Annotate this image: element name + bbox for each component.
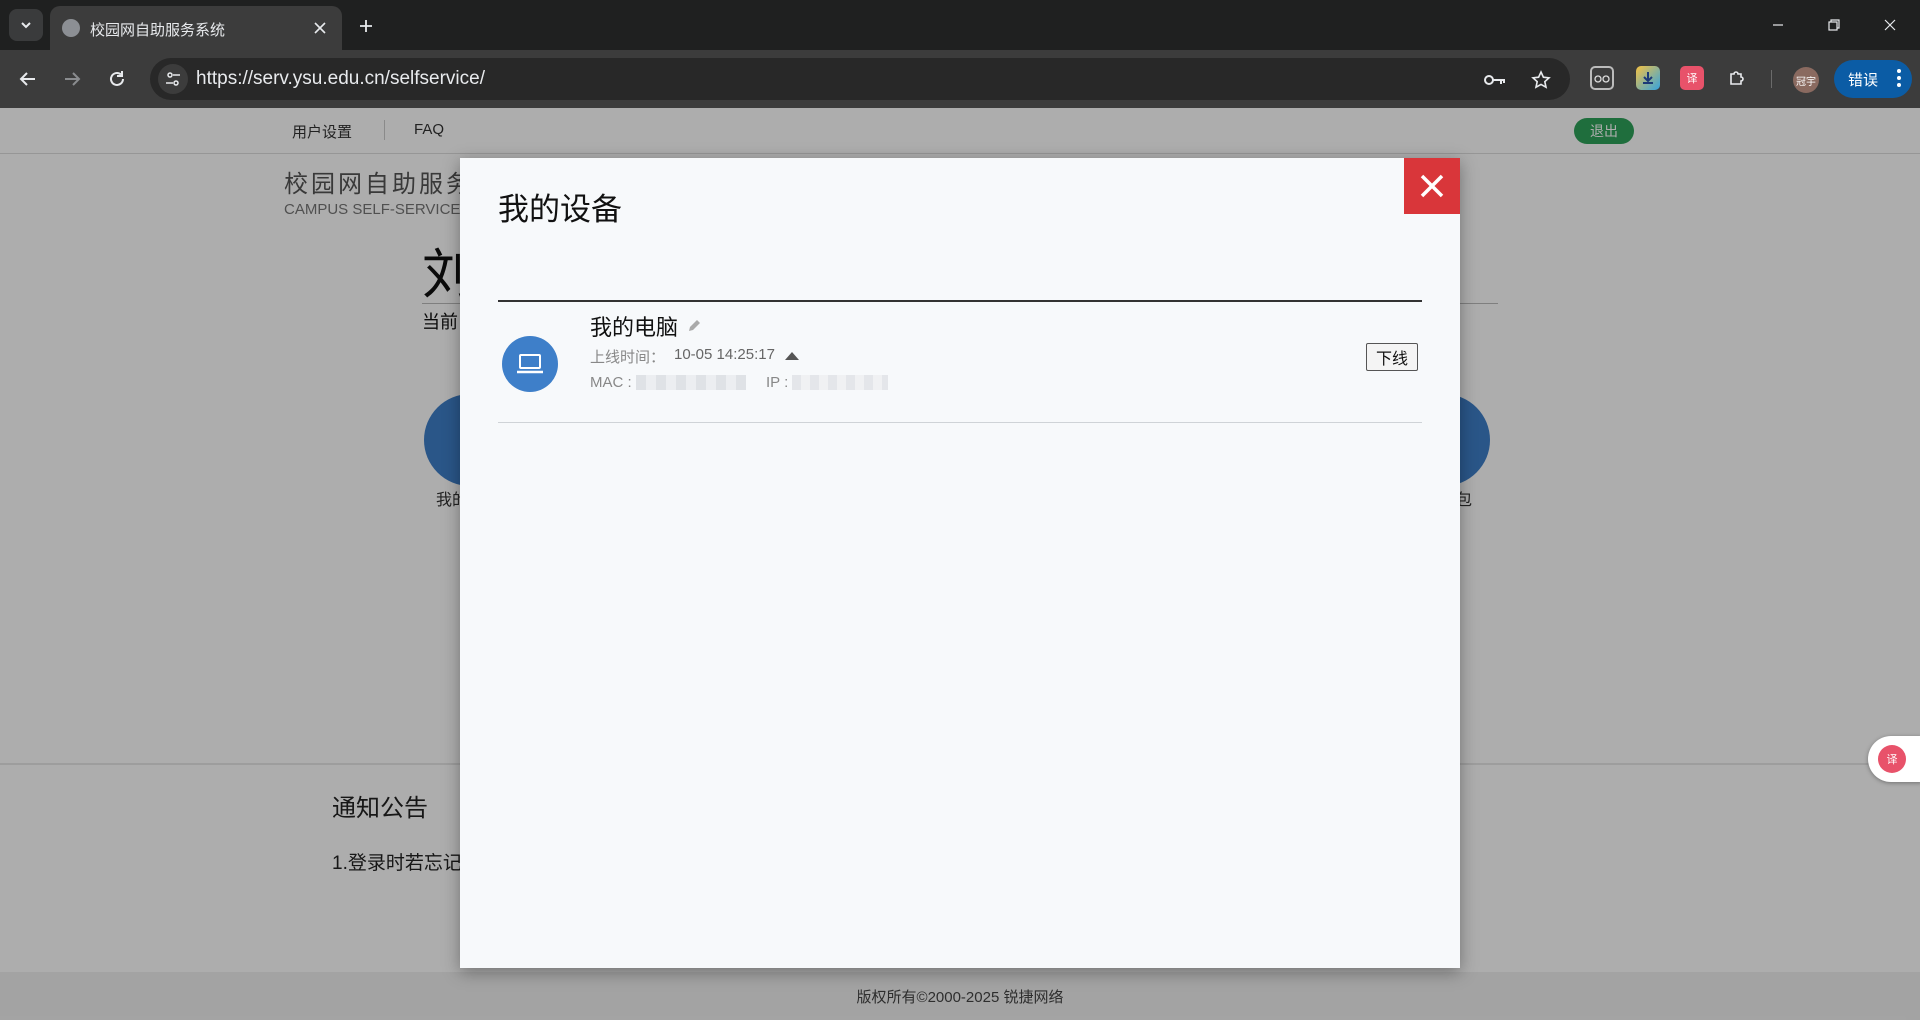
more-vertical-icon — [1897, 69, 1901, 87]
puzzle-icon — [1730, 71, 1744, 85]
tab-title: 校园网自助服务系统 — [90, 22, 226, 39]
online-time-label: 上线时间： — [590, 349, 666, 366]
translate-icon: 译 — [1686, 73, 1698, 85]
ip-label: IP : — [766, 374, 789, 391]
minimize-icon — [1773, 24, 1783, 26]
mac-label: MAC : — [590, 374, 632, 391]
browser-toolbar: https://serv.ysu.edu.cn/selfservice/ 译 冠… — [0, 50, 1920, 108]
address-bar[interactable]: https://serv.ysu.edu.cn/selfservice/ — [150, 58, 1570, 100]
bookmark-star-button[interactable] — [1528, 67, 1554, 93]
minimize-button[interactable] — [1750, 0, 1806, 50]
arrow-right-icon — [65, 72, 81, 86]
error-button[interactable]: 错误 — [1834, 60, 1912, 98]
laptop-icon — [502, 336, 558, 392]
reload-button[interactable] — [101, 63, 133, 95]
profile-avatar[interactable]: 冠宇 — [1793, 67, 1819, 93]
plus-icon — [360, 20, 372, 32]
offline-button[interactable]: 下线 — [1366, 343, 1418, 371]
tune-icon — [166, 72, 180, 86]
key-icon — [1484, 75, 1505, 85]
new-tab-button[interactable] — [352, 12, 380, 40]
close-icon — [314, 22, 326, 34]
forward-button[interactable] — [56, 63, 88, 95]
floating-translate-button[interactable]: 译 — [1868, 736, 1920, 782]
translate-icon: 译 — [1878, 745, 1906, 773]
page-content: 用户设置 FAQ 退出 校园网自助服务 CAMPUS SELF-SERVICE … — [0, 108, 1920, 1020]
browser-tab-bar: 校园网自助服务系统 — [0, 0, 1920, 50]
restore-icon — [1828, 19, 1840, 31]
glasses-icon — [1594, 75, 1610, 83]
download-icon — [1643, 72, 1653, 84]
reload-icon — [110, 71, 124, 86]
reader-extension-button[interactable] — [1590, 66, 1614, 90]
globe-icon — [62, 19, 80, 37]
tab-search-button[interactable] — [9, 9, 43, 41]
close-window-button[interactable] — [1862, 0, 1918, 50]
caret-up-icon[interactable] — [785, 352, 799, 360]
site-info-button[interactable] — [158, 64, 188, 94]
modal-title: 我的设备 — [498, 192, 622, 227]
device-row-divider — [498, 422, 1422, 423]
download-extension-button[interactable] — [1636, 66, 1660, 90]
tab-close-button[interactable] — [310, 18, 330, 38]
close-icon — [1884, 19, 1896, 31]
mac-value-redacted — [636, 375, 746, 390]
online-time-value: 10-05 14:25:17 — [674, 346, 775, 363]
translate-extension-button[interactable]: 译 — [1680, 66, 1704, 90]
browser-tab[interactable]: 校园网自助服务系统 — [50, 6, 342, 50]
pencil-icon — [689, 320, 700, 331]
modal-close-button[interactable] — [1404, 158, 1460, 214]
restore-button[interactable] — [1806, 0, 1862, 50]
url-text[interactable]: https://serv.ysu.edu.cn/selfservice/ — [196, 68, 485, 90]
modal-header-divider — [498, 300, 1422, 302]
edit-device-name-button[interactable] — [686, 318, 702, 339]
extensions-button[interactable] — [1725, 66, 1749, 90]
my-devices-modal: 我的设备 我的电脑 上线时间： 10-05 14:25:17 MAC : IP … — [460, 158, 1460, 968]
toolbar-divider — [1771, 70, 1772, 88]
ip-value-redacted — [792, 375, 888, 390]
back-button[interactable] — [12, 63, 44, 95]
device-name: 我的电脑 — [590, 315, 679, 340]
arrow-left-icon — [19, 72, 35, 86]
chevron-down-icon — [21, 22, 31, 29]
close-icon — [1420, 174, 1444, 198]
star-icon — [1531, 70, 1551, 89]
password-key-button[interactable] — [1482, 67, 1508, 93]
error-button-label: 错误 — [1848, 71, 1879, 89]
